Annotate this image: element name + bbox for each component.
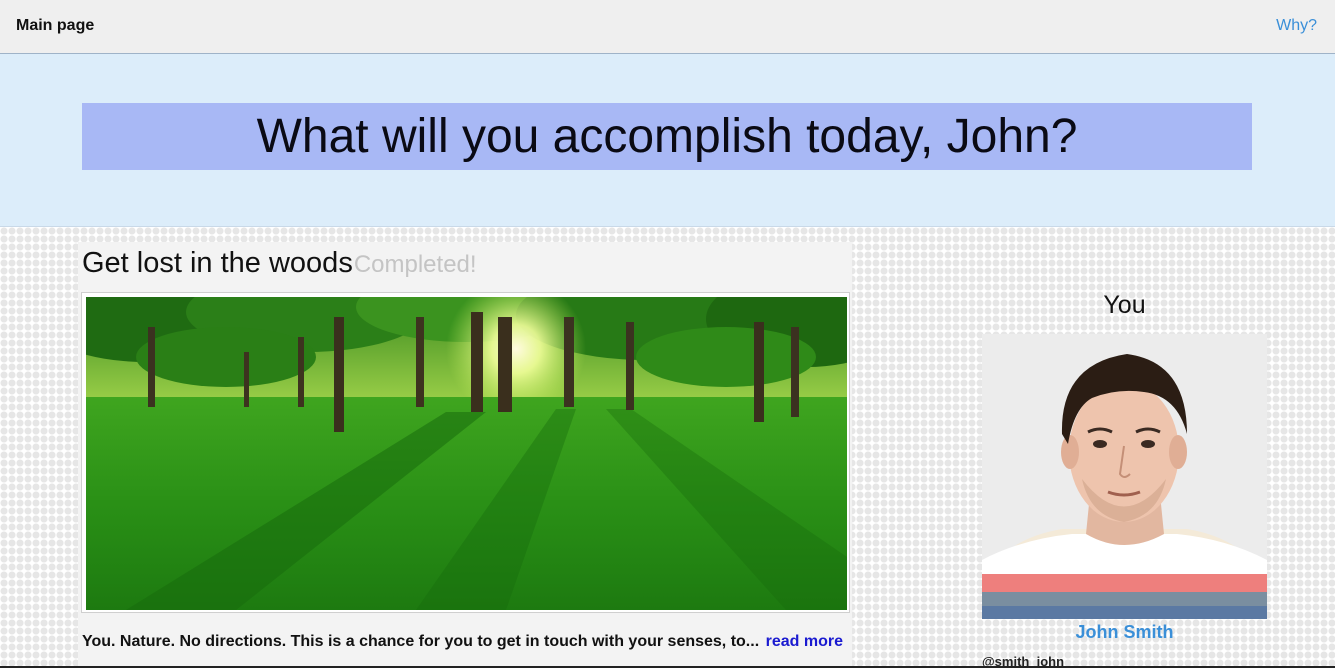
avatar-portrait: [982, 334, 1267, 619]
challenge-photo-frame: [81, 292, 850, 613]
profile-name-link[interactable]: John Smith: [982, 622, 1267, 643]
challenge-title: Get lost in the woods: [82, 247, 353, 279]
avatar[interactable]: [982, 334, 1267, 619]
main-page-link[interactable]: Main page: [16, 17, 94, 35]
challenge-description-text: You. Nature. No directions. This is a ch…: [82, 633, 760, 650]
headline-box: What will you accomplish today, John?: [82, 103, 1252, 170]
challenge-description: You. Nature. No directions. This is a ch…: [82, 633, 843, 651]
profile-heading: You: [1103, 291, 1146, 319]
read-more-link[interactable]: read more: [766, 633, 843, 650]
profile-panel: You John Smith @smith_john: [982, 291, 1267, 668]
hero-banner: What will you accomplish today, John?: [0, 54, 1335, 227]
top-navigation-bar: Main page Why?: [0, 0, 1335, 54]
challenge-status: Completed!: [353, 251, 477, 278]
forest-photo[interactable]: [86, 297, 847, 610]
challenge-title-row: Get lost in the woodsCompleted!: [82, 247, 477, 280]
challenge-card[interactable]: Get lost in the woodsCompleted! You. Nat…: [78, 242, 852, 668]
why-link[interactable]: Why?: [1276, 17, 1317, 35]
forest-illustration: [86, 297, 847, 610]
page-headline: What will you accomplish today, John?: [256, 109, 1078, 163]
content-area: Get lost in the woodsCompleted! You. Nat…: [0, 227, 1335, 668]
